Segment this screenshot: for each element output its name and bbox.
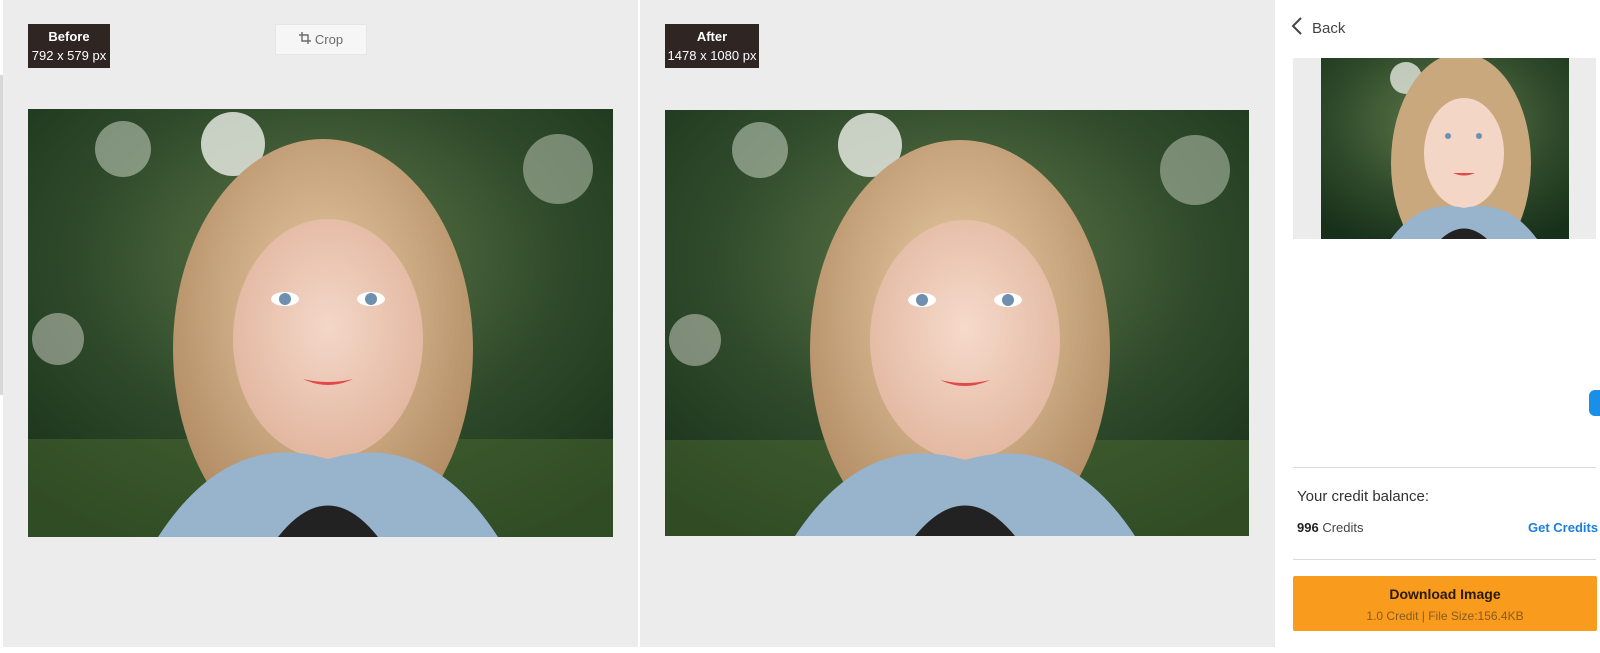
download-image-button[interactable]: Download Image 1.0 Credit | File Size:15… bbox=[1293, 576, 1597, 631]
credit-unit: Credits bbox=[1322, 520, 1364, 535]
credit-balance-row: 996 Credits bbox=[1297, 520, 1364, 535]
before-dimensions: 792 x 579 px bbox=[31, 48, 107, 63]
after-size-badge: After 1478 x 1080 px bbox=[665, 24, 759, 68]
download-button-label: Download Image bbox=[1389, 586, 1501, 602]
image-upscaler-app: Before 792 x 579 px Crop After 1478 x 10… bbox=[0, 0, 1600, 653]
chevron-left-icon bbox=[1290, 16, 1304, 41]
credit-amount: 996 bbox=[1297, 520, 1319, 535]
before-image bbox=[28, 109, 613, 537]
before-panel: Before 792 x 579 px Crop bbox=[3, 0, 638, 647]
thumbnail-image bbox=[1321, 58, 1569, 239]
after-panel: After 1478 x 1080 px bbox=[640, 0, 1275, 647]
crop-icon bbox=[298, 32, 311, 47]
credit-divider-bottom bbox=[1293, 559, 1596, 560]
crop-label: Crop bbox=[314, 32, 344, 47]
back-button[interactable]: Back bbox=[1290, 16, 1345, 41]
crop-button[interactable]: Crop bbox=[275, 24, 367, 55]
credit-divider-top bbox=[1293, 467, 1596, 468]
after-image bbox=[665, 110, 1249, 536]
credit-balance-title: Your credit balance: bbox=[1297, 488, 1430, 505]
before-size-badge: Before 792 x 579 px bbox=[28, 24, 110, 68]
chat-tab-button[interactable] bbox=[1589, 390, 1600, 416]
download-button-meta: 1.0 Credit | File Size:156.4KB bbox=[1366, 609, 1524, 623]
back-label: Back bbox=[1312, 20, 1346, 37]
after-dimensions: 1478 x 1080 px bbox=[667, 48, 757, 63]
before-title: Before bbox=[48, 29, 90, 44]
get-credits-link[interactable]: Get Credits bbox=[1528, 520, 1598, 535]
after-title: After bbox=[696, 29, 728, 44]
